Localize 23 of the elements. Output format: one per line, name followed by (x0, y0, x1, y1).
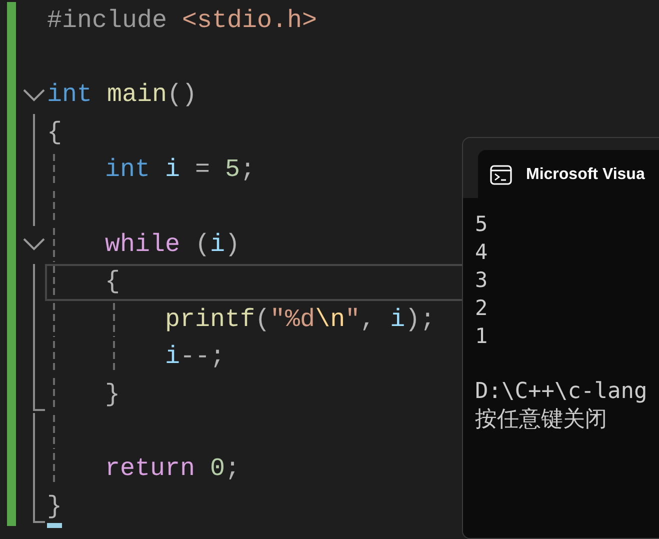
console-tab[interactable]: Microsoft Visua (478, 150, 659, 200)
code-line: int main() (47, 80, 198, 110)
console-message: D:\C++\c-lang (475, 379, 648, 404)
console-output: 1 (475, 324, 488, 348)
console-output: 2 (475, 296, 488, 320)
code-line: { (105, 267, 120, 298)
console-output: 5 (475, 212, 488, 236)
code-line: return 0; (105, 454, 240, 484)
console-output: 3 (475, 268, 488, 292)
fold-chevron-icon[interactable] (22, 237, 46, 252)
code-line: printf("%d\n", i); (165, 304, 436, 335)
code-line: i--; (165, 342, 226, 372)
code-line: #include <stdio.h> (47, 6, 318, 36)
code-line: } (47, 492, 62, 522)
code-line: } (105, 380, 120, 410)
terminal-icon (490, 165, 512, 185)
code-line: { (47, 118, 62, 148)
console-output: 4 (475, 240, 488, 264)
fold-chevron-icon[interactable] (22, 88, 46, 102)
code-line: while (i) (105, 230, 240, 260)
code-line: int i = 5; (105, 155, 256, 186)
console-message: 按任意键关闭 (475, 407, 607, 432)
console-title: Microsoft Visua (526, 166, 645, 184)
